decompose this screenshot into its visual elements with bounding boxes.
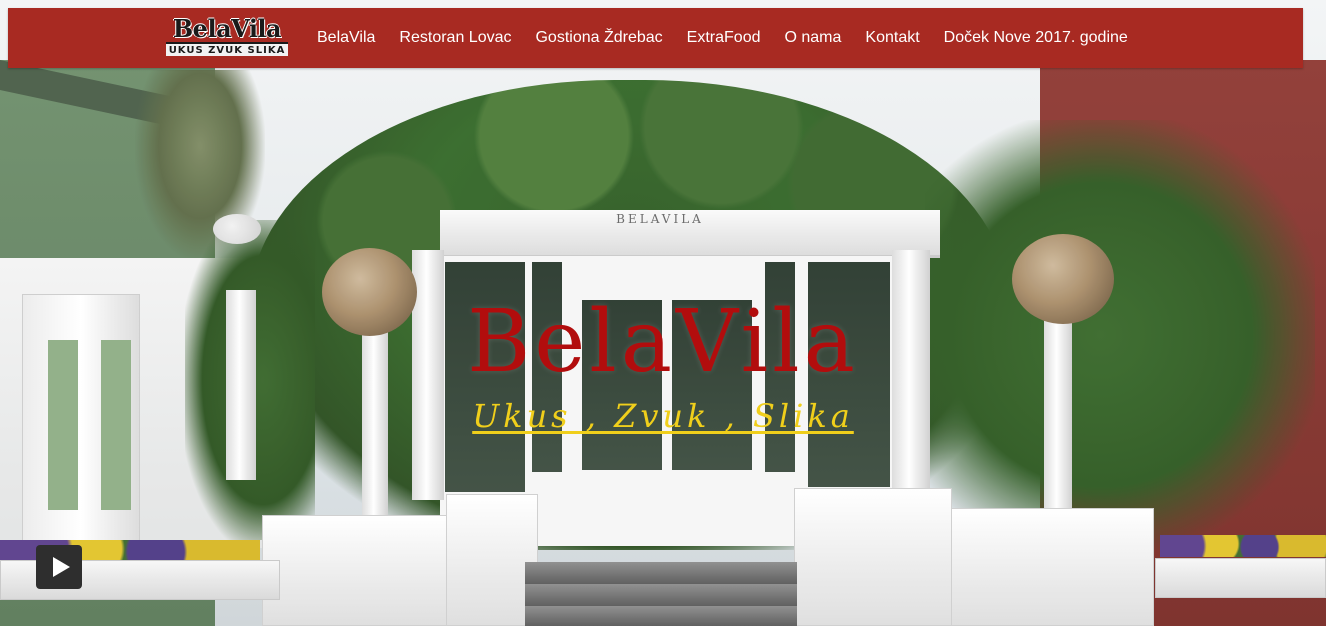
hero-subtitle: Ukus , Zvuk , Slika — [300, 394, 1026, 438]
play-icon — [52, 557, 70, 577]
top-navbar: BelaVila UKUS ZVUK SLIKA BelaVila Restor… — [8, 8, 1303, 68]
logo-wordmark: BelaVila — [172, 14, 282, 43]
video-play-button[interactable] — [36, 545, 82, 589]
nav-item-kontakt[interactable]: Kontakt — [853, 8, 931, 68]
hero-subtitle-text: Ukus , Zvuk , Slika — [472, 397, 854, 435]
nav-item-docek-nove-godine[interactable]: Doček Nove 2017. godine — [932, 8, 1140, 68]
nav-item-gostiona-zdrebac[interactable]: Gostiona Ždrebac — [523, 8, 674, 68]
nav-item-belavila[interactable]: BelaVila — [305, 8, 387, 68]
site-logo[interactable]: BelaVila UKUS ZVUK SLIKA — [166, 16, 288, 56]
nav-item-o-nama[interactable]: O nama — [772, 8, 853, 68]
hero-title: BelaVila — [467, 292, 859, 392]
nav-item-restoran-lovac[interactable]: Restoran Lovac — [387, 8, 523, 68]
logo-tagline: UKUS ZVUK SLIKA — [166, 42, 288, 56]
main-menu: BelaVila Restoran Lovac Gostiona Ždrebac… — [305, 8, 1140, 68]
nav-item-extrafood[interactable]: ExtraFood — [675, 8, 773, 68]
